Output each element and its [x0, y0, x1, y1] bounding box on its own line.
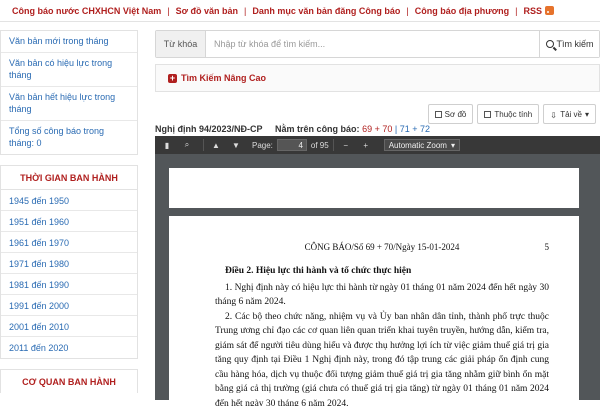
advanced-search-toggle[interactable]: + Tìm Kiếm Nâng Cao [155, 64, 600, 92]
nav-local-gazette-link[interactable]: Công báo địa phương [411, 6, 513, 16]
page-label: Page: [252, 141, 273, 150]
page-total: of 95 [311, 141, 329, 150]
nav-rss-link[interactable]: RSS [519, 6, 558, 16]
monthly-links: Văn bản mới trong tháng Văn bản có hiệu … [0, 30, 138, 155]
attributes-button[interactable]: Thuộc tính [477, 104, 539, 124]
find-icon[interactable]: ⌕ [179, 138, 195, 152]
gazette-header-text: CÔNG BÁO/Số 69 + 70/Ngày 15-01-2024 [305, 242, 460, 252]
nav-diagram-link[interactable]: Sơ đồ văn bản [172, 6, 242, 16]
nav-gazette-link[interactable]: Công báo nước CHXHCN Việt Nam [8, 6, 165, 16]
document-title: Nghị định 94/2023/NĐ-CP [155, 124, 263, 134]
download-label: Tải về [560, 110, 582, 119]
zoom-out-icon[interactable]: − [338, 138, 354, 152]
zoom-in-icon[interactable]: + [358, 138, 374, 152]
paragraph-2: 2. Các bộ theo chức năng, nhiệm vụ và Ủy… [215, 310, 549, 406]
advanced-search-label: Tìm Kiếm Nâng Cao [181, 73, 266, 83]
chevron-down-icon: ▾ [451, 141, 455, 150]
nav-catalog-link[interactable]: Danh mục văn bản đăng Công báo [248, 6, 404, 16]
zoom-value: Automatic Zoom [389, 141, 447, 150]
article-title: Điều 2. Hiệu lực thi hành và tổ chức thự… [215, 264, 549, 279]
page-number-input[interactable] [277, 139, 307, 151]
pdf-page-previous [169, 168, 579, 208]
plus-icon: + [168, 74, 177, 83]
time-range-item[interactable]: 1971 đến 1980 [1, 253, 137, 274]
download-icon: ⇩ [550, 111, 557, 118]
download-button[interactable]: ⇩ Tải về ▾ [543, 104, 596, 124]
pdf-viewer: ▮ ⌕ ▲ ▼ Page: of 95 − + Automatic Zoom ▾… [155, 136, 600, 400]
time-heading: THỜI GIAN BAN HÀNH [0, 165, 138, 189]
rss-icon [545, 6, 554, 15]
gazette-pages-link[interactable]: 69 + 70 [362, 124, 392, 134]
top-nav: Công báo nước CHXHCN Việt Nam | Sơ đồ vă… [0, 0, 600, 22]
diagram-icon [435, 111, 442, 118]
search-button-label: Tìm kiếm [557, 39, 594, 49]
document-actions: Sơ đồ Thuộc tính ⇩ Tải về ▾ [428, 104, 596, 124]
document-meta: Nghị định 94/2023/NĐ-CP Nằm trên công bá… [155, 124, 430, 134]
diagram-button[interactable]: Sơ đồ [428, 104, 474, 124]
page-body: Điều 2. Hiệu lực thi hành và tổ chức thự… [215, 264, 549, 406]
page-header: CÔNG BÁO/Số 69 + 70/Ngày 15-01-2024 5 [215, 242, 549, 252]
previous-page-icon[interactable]: ▲ [208, 138, 224, 152]
diagram-label: Sơ đồ [445, 110, 467, 119]
gazette-label: Nằm trên công báo: [275, 124, 360, 134]
search-input[interactable] [206, 31, 539, 57]
toolbar-divider [333, 139, 334, 151]
time-range-item[interactable]: 2011 đến 2020 [1, 337, 137, 358]
time-range-item[interactable]: 2001 đến 2010 [1, 316, 137, 337]
document-icon [484, 111, 491, 118]
time-range-list: 1945 đến 1950 1951 đến 1960 1961 đến 197… [0, 189, 138, 359]
time-range-item[interactable]: 1961 đến 1970 [1, 232, 137, 253]
sidebar: Văn bản mới trong tháng Văn bản có hiệu … [0, 30, 138, 393]
toolbar-divider [203, 139, 204, 151]
time-range-item[interactable]: 1981 đến 1990 [1, 274, 137, 295]
search-bar: Từ khóa Tìm kiếm [155, 30, 600, 58]
rss-label: RSS [523, 6, 542, 16]
sidebar-link-effective-docs[interactable]: Văn bản có hiệu lực trong tháng [1, 53, 137, 87]
pdf-toolbar: ▮ ⌕ ▲ ▼ Page: of 95 − + Automatic Zoom ▾ [155, 136, 600, 154]
sidebar-link-gazette-count[interactable]: Tổng số công báo trong tháng: 0 [1, 121, 137, 154]
agency-heading: CƠ QUAN BAN HÀNH [0, 369, 138, 393]
time-range-item[interactable]: 1991 đến 2000 [1, 295, 137, 316]
page-number: 5 [545, 242, 550, 252]
time-range-item[interactable]: 1951 đến 1960 [1, 211, 137, 232]
attributes-label: Thuộc tính [494, 110, 532, 119]
chevron-down-icon: ▾ [585, 110, 589, 119]
pdf-page-current: CÔNG BÁO/Số 69 + 70/Ngày 15-01-2024 5 Đi… [169, 216, 579, 406]
main-content: Từ khóa Tìm kiếm + Tìm Kiếm Nâng Cao Sơ … [155, 30, 600, 92]
search-label: Từ khóa [156, 31, 206, 57]
time-range-item[interactable]: 1945 đến 1950 [1, 190, 137, 211]
sidebar-link-expired-docs[interactable]: Văn bản hết hiệu lực trong tháng [1, 87, 137, 121]
search-icon [546, 40, 554, 48]
search-button[interactable]: Tìm kiếm [539, 31, 599, 57]
next-page-icon[interactable]: ▼ [228, 138, 244, 152]
gazette-pages-extra-link[interactable]: | 71 + 72 [395, 124, 430, 134]
zoom-select[interactable]: Automatic Zoom ▾ [384, 139, 460, 151]
sidebar-link-new-docs[interactable]: Văn bản mới trong tháng [1, 31, 137, 53]
sidebar-toggle-icon[interactable]: ▮ [159, 138, 175, 152]
paragraph-1: 1. Nghị định này có hiệu lực thi hành từ… [215, 281, 549, 310]
